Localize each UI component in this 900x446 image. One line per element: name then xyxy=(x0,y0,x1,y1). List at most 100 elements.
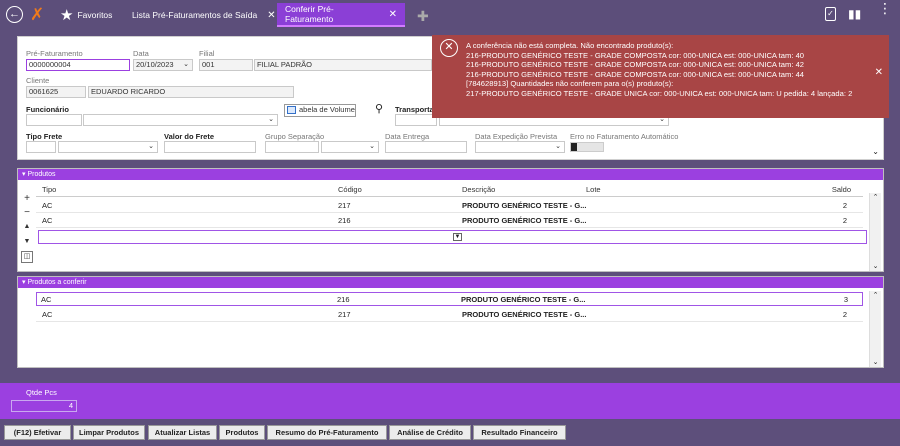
data-expedicao-field[interactable]: ⌄ xyxy=(475,141,565,153)
tabela-volume-button[interactable]: abela de Volume xyxy=(284,104,356,117)
atualizar-listas-button[interactable]: Atualizar Listas xyxy=(148,425,217,440)
table-row[interactable]: AC 217 PRODUTO GENÉRICO TESTE - G... 2 xyxy=(36,308,863,322)
erro-faturamento-toggle[interactable] xyxy=(570,142,604,152)
clipboard-check-icon[interactable]: ✓ xyxy=(825,7,836,21)
chevron-down-icon[interactable]: ⌄ xyxy=(183,60,189,70)
filial-code-field[interactable]: 001 xyxy=(199,59,253,71)
data-field[interactable]: 20/10/2023 ⌄ xyxy=(133,59,193,71)
transportadora-code-field[interactable] xyxy=(395,114,437,126)
cliente-name-field: EDUARDO RICARDO xyxy=(88,86,294,98)
produtos-scrollbar[interactable]: ⌃ ⌄ xyxy=(869,193,881,271)
brand-logo-icon[interactable]: ✗ xyxy=(30,5,44,25)
close-icon[interactable]: ✕ xyxy=(267,10,275,21)
cell-descricao: PRODUTO GENÉRICO TESTE - G... xyxy=(462,216,587,225)
chevron-down-icon[interactable]: ⌄ xyxy=(148,142,154,152)
chevron-down-icon[interactable]: ⌄ xyxy=(555,142,561,152)
efetivar-button[interactable]: (F12) Efetivar xyxy=(4,425,71,440)
move-up-button[interactable]: ▲ xyxy=(21,221,33,233)
chevron-down-icon[interactable]: ⌄ xyxy=(268,115,274,125)
close-icon[interactable]: ✕ xyxy=(875,68,883,78)
table-row[interactable]: AC 216 PRODUTO GENÉRICO TESTE - G... 3 xyxy=(36,292,863,306)
pre-faturamento-field[interactable]: 0000000004 xyxy=(26,59,130,71)
cell-saldo: 2 xyxy=(842,216,847,225)
col-tipo[interactable]: Tipo xyxy=(42,183,56,197)
error-line: 216-PRODUTO GENÉRICO TESTE - GRADE COMPO… xyxy=(466,50,805,60)
tab-label: Lista Pré-Faturamentos de Saída xyxy=(132,10,258,20)
tab-label: Conferir Pré-Faturamento xyxy=(285,4,334,24)
cell-codigo: 216 xyxy=(338,216,351,225)
tipo-frete-select[interactable]: ⌄ xyxy=(58,141,158,153)
tab-lista-pre-faturamentos[interactable]: Lista Pré-Faturamentos de Saída ✕ xyxy=(124,3,284,27)
conferir-scrollbar[interactable]: ⌃ ⌄ xyxy=(869,291,881,367)
plus-icon[interactable]: ✚ xyxy=(417,8,429,25)
data-value: 20/10/2023 xyxy=(136,60,174,69)
col-codigo[interactable]: Código xyxy=(338,183,362,197)
grupo-separacao-code-field[interactable] xyxy=(265,141,319,153)
tab-favoritos[interactable]: ★ Favoritos xyxy=(52,3,120,27)
col-lote[interactable]: Lote xyxy=(586,183,601,197)
conferir-title: Produtos a conferir xyxy=(27,279,87,286)
table-icon xyxy=(287,106,296,114)
error-line: 216-PRODUTO GENÉRICO TESTE - GRADE COMPO… xyxy=(466,69,805,79)
analise-credito-button[interactable]: Análise de Crédito xyxy=(389,425,471,440)
grupo-separacao-select[interactable]: ⌄ xyxy=(321,141,379,153)
cell-saldo: 3 xyxy=(843,295,848,304)
produtos-button[interactable]: Produtos xyxy=(219,425,265,440)
dropdown-icon[interactable]: ▼ xyxy=(453,233,462,241)
cell-codigo: 217 xyxy=(338,310,351,319)
produtos-title: Produtos xyxy=(27,171,56,178)
valor-frete-label: Valor do Frete xyxy=(164,132,215,141)
table-row[interactable]: AC 217 PRODUTO GENÉRICO TESTE - G... 2 xyxy=(36,199,863,213)
filial-label: Filial xyxy=(199,49,215,58)
tab-label: Favoritos xyxy=(77,10,113,20)
chevron-down-icon[interactable]: ⌄ xyxy=(872,147,879,156)
cell-descricao: PRODUTO GENÉRICO TESTE - G... xyxy=(462,201,587,210)
col-saldo[interactable]: Saldo xyxy=(832,183,851,197)
cliente-code-field[interactable]: 0061625 xyxy=(26,86,86,98)
tipo-frete-code-field[interactable] xyxy=(26,141,56,153)
cell-descricao: PRODUTO GENÉRICO TESTE - G... xyxy=(462,310,587,319)
chat-icon[interactable]: ▮▮ xyxy=(848,7,861,21)
error-line: 217-PRODUTO GENÉRICO TESTE - GRADE UNICA… xyxy=(466,88,853,98)
cell-tipo: AC xyxy=(42,310,53,319)
back-arrow-icon[interactable]: ← xyxy=(6,6,23,23)
cell-tipo: AC xyxy=(42,201,53,210)
close-icon[interactable]: ✕ xyxy=(389,9,397,20)
produtos-header[interactable]: ▾ Produtos xyxy=(18,169,883,180)
conferir-header[interactable]: ▾ Produtos a conferir xyxy=(18,277,883,288)
move-down-button[interactable]: ▼ xyxy=(21,236,33,248)
qtde-field: 4 xyxy=(11,400,77,412)
tab-conferir-pre-faturamento[interactable]: Conferir Pré-Faturamento ✕ xyxy=(277,3,405,27)
resultado-financeiro-button[interactable]: Resultado Financeiro xyxy=(473,425,566,440)
chevron-down-icon[interactable]: ⌄ xyxy=(369,142,375,152)
qtde-label: Qtde Pcs xyxy=(26,388,57,397)
produtos-grid-header: Tipo Código Descrição Lote Saldo xyxy=(36,183,863,197)
cell-saldo: 2 xyxy=(842,310,847,319)
filial-name-field: FILIAL PADRÃO xyxy=(254,59,432,71)
search-icon[interactable]: ⚲ xyxy=(375,102,383,115)
valor-frete-field[interactable] xyxy=(164,141,256,153)
error-circle-icon: ✕ xyxy=(440,39,458,57)
limpar-produtos-button[interactable]: Limpar Produtos xyxy=(73,425,145,440)
error-line: [784628913] Quantidades não conferem par… xyxy=(466,79,674,88)
top-bar: ← ✗ ★ Favoritos Lista Pré-Faturamentos d… xyxy=(0,0,900,30)
cell-tipo: AC xyxy=(42,216,53,225)
funcionario-select[interactable]: ⌄ xyxy=(83,114,278,126)
action-bar: (F12) Efetivar Limpar Produtos Atualizar… xyxy=(0,421,900,446)
data-entrega-field[interactable] xyxy=(385,141,467,153)
col-descricao[interactable]: Descrição xyxy=(462,183,495,197)
table-row[interactable]: AC 216 PRODUTO GENÉRICO TESTE - G... 2 xyxy=(36,214,863,228)
cell-tipo: AC xyxy=(41,295,52,304)
kebab-menu-icon[interactable]: ⋮ xyxy=(878,1,892,15)
cell-codigo: 216 xyxy=(337,295,350,304)
cell-codigo: 217 xyxy=(338,201,351,210)
add-row-button[interactable]: + xyxy=(21,193,33,205)
resumo-pre-faturamento-button[interactable]: Resumo do Pré-Faturamento xyxy=(267,425,387,440)
grupo-separacao-label: Grupo Separação xyxy=(265,132,325,141)
funcionario-code-field[interactable] xyxy=(26,114,82,126)
tabela-volume-label: abela de Volume xyxy=(299,105,355,114)
grid-options-button[interactable]: ◫ xyxy=(21,251,33,263)
new-row-editor[interactable]: ▼ xyxy=(38,230,867,244)
cell-descricao: PRODUTO GENÉRICO TESTE - G... xyxy=(461,295,586,304)
remove-row-button[interactable]: − xyxy=(21,207,33,219)
